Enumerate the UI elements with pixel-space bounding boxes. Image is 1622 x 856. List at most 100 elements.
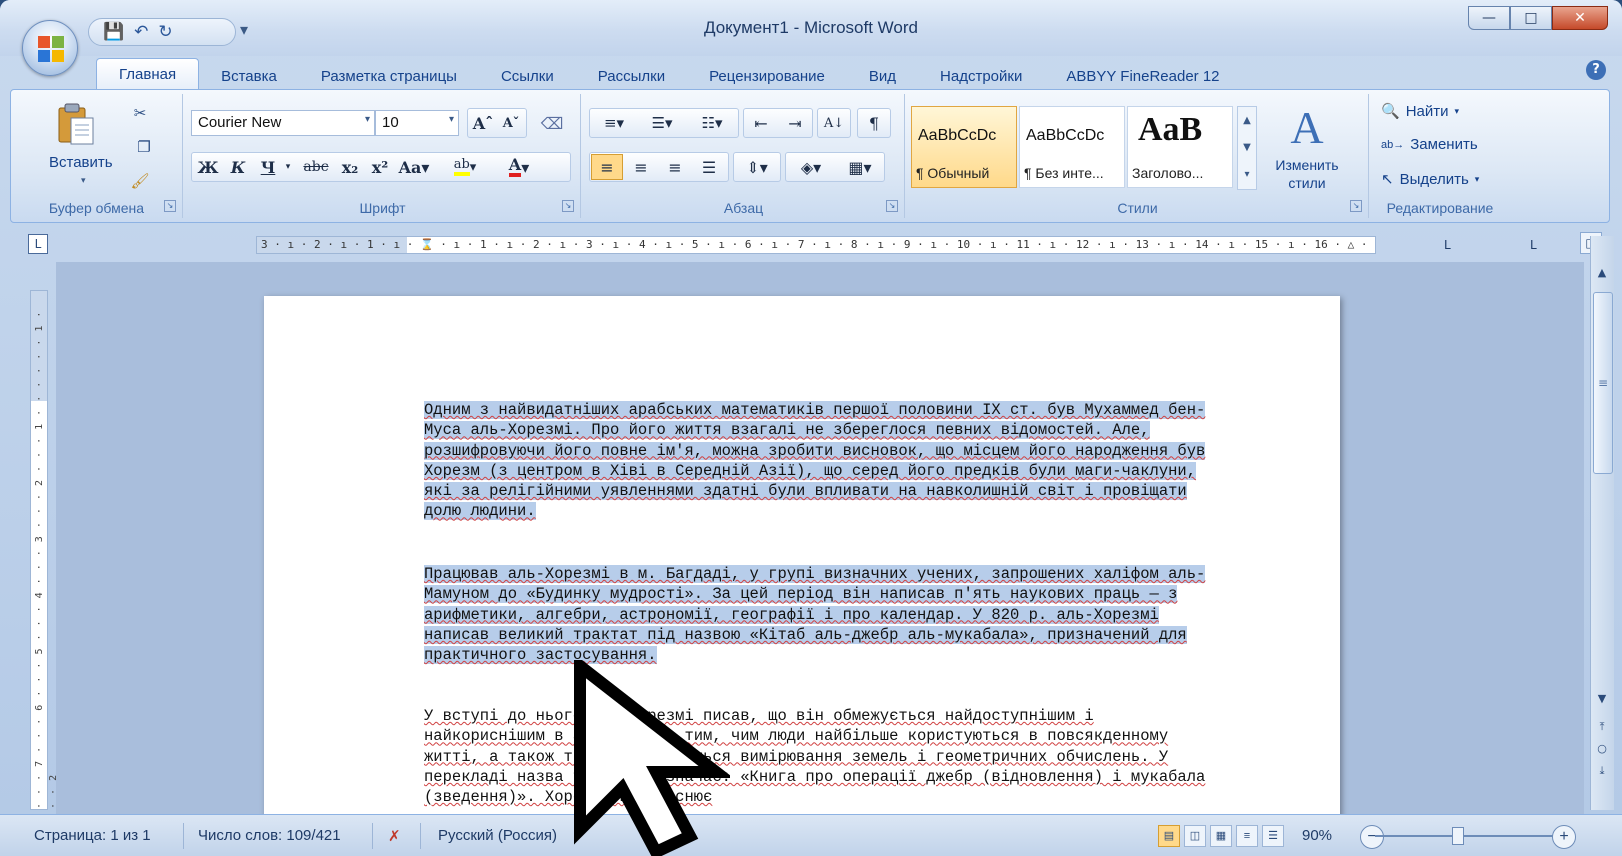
- help-icon[interactable]: ?: [1586, 60, 1606, 80]
- vertical-scrollbar[interactable]: ▲ ≡ ▼ ⤒ ○ ⤓: [1590, 236, 1614, 810]
- replace-button[interactable]: ab→ Заменить: [1381, 136, 1478, 153]
- increase-indent-icon[interactable]: ⇥: [779, 110, 811, 136]
- align-right-icon[interactable]: ≡: [659, 154, 691, 180]
- strikethrough-icon[interactable]: abc: [299, 154, 333, 180]
- zoom-out-icon[interactable]: −: [1360, 825, 1384, 849]
- tab-home[interactable]: Главная: [96, 58, 200, 90]
- horizontal-ruler[interactable]: 3 · ı · 2 · ı · 1 · ı · ⌛ · ı · 1 · ı · …: [256, 236, 1376, 254]
- document-page[interactable]: Одним з найвидатніших арабських математи…: [264, 296, 1340, 814]
- minimize-button[interactable]: —: [1468, 6, 1510, 30]
- align-center-icon[interactable]: ≡: [625, 154, 657, 180]
- tab-view[interactable]: Вид: [847, 62, 918, 90]
- tab-references[interactable]: Ссылки: [479, 62, 576, 90]
- language-indicator[interactable]: Русский (Россия): [438, 827, 557, 844]
- numbering-icon[interactable]: ☰▾: [639, 110, 685, 136]
- font-size-box[interactable]: 10 ▾: [375, 110, 459, 136]
- style-sample: AaBbCcDc: [1026, 127, 1105, 144]
- outline-view-icon[interactable]: ≡: [1236, 825, 1258, 847]
- select-button[interactable]: ↖ Выделить ▾: [1381, 170, 1479, 189]
- paste-icon[interactable]: [55, 102, 97, 146]
- browse-object-icon[interactable]: ○: [1591, 742, 1613, 760]
- tab-selector[interactable]: L: [28, 234, 48, 254]
- font-color-icon[interactable]: A ▾: [499, 154, 539, 180]
- font-launcher-icon[interactable]: ↘: [562, 200, 574, 212]
- tab-stop-marker: L: [1444, 238, 1451, 252]
- word-count[interactable]: Число слов: 109/421: [198, 827, 341, 844]
- window-title: Документ1 - Microsoft Word: [704, 18, 918, 37]
- find-button[interactable]: 🔍 Найти ▾: [1381, 102, 1459, 121]
- font-size-dropdown-icon[interactable]: ▾: [449, 114, 454, 125]
- clipboard-launcher-icon[interactable]: ↘: [164, 200, 176, 212]
- underline-dropdown-icon[interactable]: ▾: [281, 154, 295, 180]
- multilevel-list-icon[interactable]: ☷▾: [687, 110, 737, 136]
- italic-icon[interactable]: К: [225, 154, 251, 180]
- bold-icon[interactable]: Ж: [195, 154, 221, 180]
- full-screen-reading-icon[interactable]: ◫: [1184, 825, 1206, 847]
- decrease-indent-icon[interactable]: ⇤: [745, 110, 777, 136]
- paragraph-2[interactable]: Працював аль-Хорезмі в м. Багдаді, у гру…: [424, 564, 1214, 665]
- proofing-icon[interactable]: ✗: [388, 827, 401, 845]
- style-normal[interactable]: AaBbCcDc ¶ Обычный: [911, 106, 1017, 188]
- scroll-down-icon[interactable]: ▼: [1591, 692, 1613, 710]
- copy-icon[interactable]: ❐: [133, 136, 155, 158]
- page-count[interactable]: Страница: 1 из 1: [34, 827, 151, 844]
- zoom-slider-thumb[interactable]: [1452, 827, 1464, 845]
- styles-group: AaBbCcDc ¶ Обычный AaBbCcDc ¶ Без инте..…: [907, 94, 1369, 218]
- line-spacing-icon[interactable]: ⇕▾: [735, 154, 779, 180]
- style-heading[interactable]: AaB Заголово...: [1127, 106, 1233, 188]
- superscript-icon[interactable]: x²: [367, 154, 393, 180]
- sort-icon[interactable]: A↓: [819, 110, 849, 136]
- paste-dropdown-icon[interactable]: ▾: [81, 176, 86, 186]
- draft-view-icon[interactable]: ☰: [1262, 825, 1284, 847]
- styles-group-label: Стили: [1117, 200, 1158, 216]
- tab-addins[interactable]: Надстройки: [918, 62, 1044, 90]
- office-button[interactable]: [22, 20, 78, 76]
- highlight-color-icon[interactable]: ab ▾: [445, 154, 485, 180]
- cut-icon[interactable]: ✂: [129, 102, 151, 124]
- tab-review[interactable]: Рецензирование: [687, 62, 847, 90]
- close-button[interactable]: ✕: [1552, 6, 1608, 30]
- tab-page-layout[interactable]: Разметка страницы: [299, 62, 479, 90]
- paragraph-launcher-icon[interactable]: ↘: [886, 200, 898, 212]
- maximize-button[interactable]: □: [1510, 6, 1552, 30]
- underline-icon[interactable]: Ч: [255, 154, 281, 180]
- next-page-icon[interactable]: ⤓: [1591, 764, 1613, 782]
- change-styles-button[interactable]: Изменить стили: [1259, 156, 1355, 192]
- zoom-slider[interactable]: [1375, 835, 1557, 837]
- change-case-icon[interactable]: Aa▾: [397, 154, 431, 180]
- zoom-in-icon[interactable]: +: [1552, 825, 1576, 849]
- styles-launcher-icon[interactable]: ↘: [1350, 200, 1362, 212]
- styles-scroll[interactable]: ▲ ▼ ▾: [1237, 106, 1257, 190]
- document-area[interactable]: Одним з найвидатніших арабських математи…: [56, 262, 1584, 814]
- paste-button[interactable]: Вставить: [49, 154, 113, 171]
- align-left-icon[interactable]: ≡: [591, 154, 623, 180]
- clear-formatting-icon[interactable]: ⌫: [537, 110, 567, 136]
- change-styles-icon[interactable]: A: [1267, 102, 1347, 156]
- tab-insert[interactable]: Вставка: [199, 62, 299, 90]
- justify-icon[interactable]: ☰: [693, 154, 725, 180]
- style-no-spacing[interactable]: AaBbCcDc ¶ Без инте...: [1019, 106, 1125, 188]
- paragraph-1[interactable]: Одним з найвидатніших арабських математи…: [424, 400, 1214, 522]
- scroll-thumb[interactable]: ≡: [1593, 292, 1613, 474]
- tab-mailings[interactable]: Рассылки: [576, 62, 687, 90]
- style-sample: AaBbCcDc: [918, 127, 997, 144]
- font-name-box[interactable]: Courier New ▾: [191, 110, 375, 136]
- web-layout-icon[interactable]: ▦: [1210, 825, 1232, 847]
- font-name-value: Courier New: [198, 114, 282, 131]
- show-marks-icon[interactable]: ¶: [859, 110, 889, 136]
- shading-icon[interactable]: ◈▾: [787, 154, 835, 180]
- format-painter-icon[interactable]: 🖌: [129, 170, 151, 192]
- font-size-value: 10: [382, 114, 399, 131]
- previous-page-icon[interactable]: ⤒: [1591, 720, 1613, 738]
- shrink-font-icon[interactable]: Aˇ: [497, 110, 525, 136]
- scroll-up-icon[interactable]: ▲: [1591, 266, 1613, 284]
- print-layout-view-icon[interactable]: ▤: [1158, 825, 1180, 847]
- bullets-icon[interactable]: ≡▾: [591, 110, 637, 136]
- grow-font-icon[interactable]: Aˆ: [469, 110, 497, 136]
- zoom-level[interactable]: 90%: [1302, 827, 1332, 844]
- tab-abbyy[interactable]: ABBYY FineReader 12: [1044, 62, 1241, 90]
- font-name-dropdown-icon[interactable]: ▾: [365, 114, 370, 125]
- paragraph-3[interactable]: У вступі до нього аль-Хорезмі писав, що …: [424, 706, 1214, 807]
- subscript-icon[interactable]: x₂: [337, 154, 363, 180]
- borders-icon[interactable]: ▦▾: [837, 154, 883, 180]
